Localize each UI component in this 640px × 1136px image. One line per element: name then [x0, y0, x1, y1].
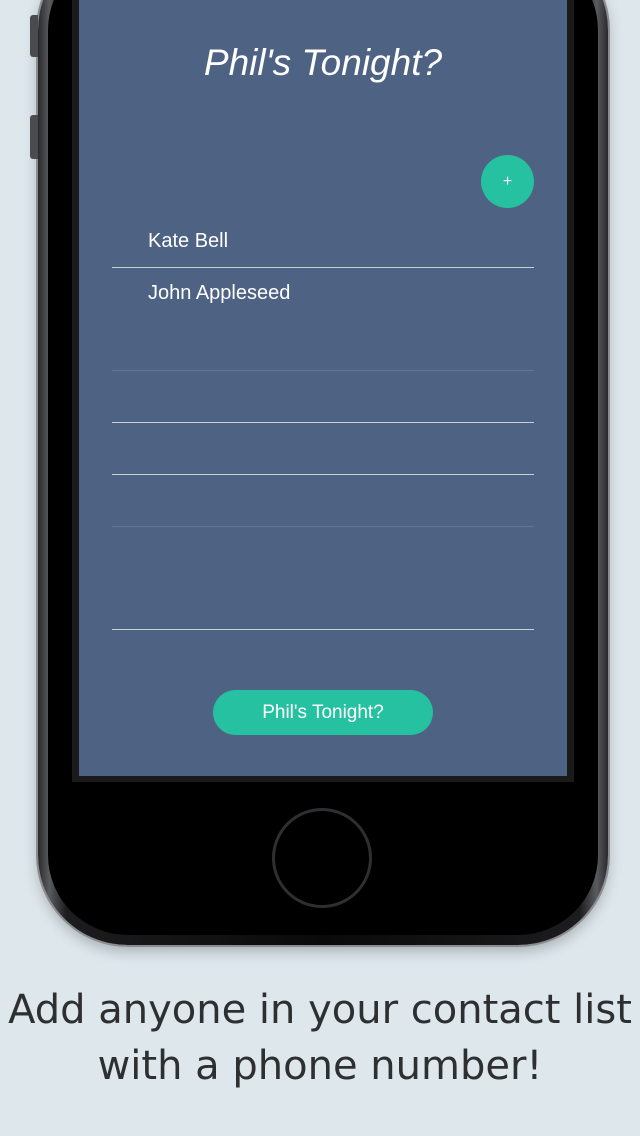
- app-screen: Phil's Tonight? + Kate Bell John Applese…: [79, 0, 567, 776]
- promo-caption: Add anyone in your contact list with a p…: [0, 982, 640, 1094]
- contact-list: Kate Bell John Appleseed: [112, 216, 534, 630]
- caption-line-2: with a phone number!: [97, 1043, 543, 1089]
- volume-down-button: [30, 115, 38, 159]
- caption-line-1: Add anyone in your contact list: [8, 987, 632, 1033]
- home-button: [272, 808, 372, 908]
- contact-name: John Appleseed: [148, 282, 291, 304]
- contact-row-empty[interactable]: [112, 527, 534, 630]
- contact-row-kate-bell[interactable]: Kate Bell: [112, 216, 534, 268]
- promo-screenshot: Phil's Tonight? + Kate Bell John Applese…: [0, 0, 640, 1136]
- contact-row-empty[interactable]: [112, 475, 534, 527]
- contact-name: Kate Bell: [148, 230, 229, 252]
- contact-row-john-appleseed[interactable]: John Appleseed: [112, 268, 534, 371]
- phils-tonight-button[interactable]: Phil's Tonight?: [213, 690, 433, 735]
- contact-row-empty[interactable]: [112, 371, 534, 423]
- add-contact-button[interactable]: +: [481, 155, 534, 208]
- volume-up-button: [30, 15, 38, 57]
- contact-row-empty[interactable]: [112, 423, 534, 475]
- app-title: Phil's Tonight?: [203, 42, 443, 83]
